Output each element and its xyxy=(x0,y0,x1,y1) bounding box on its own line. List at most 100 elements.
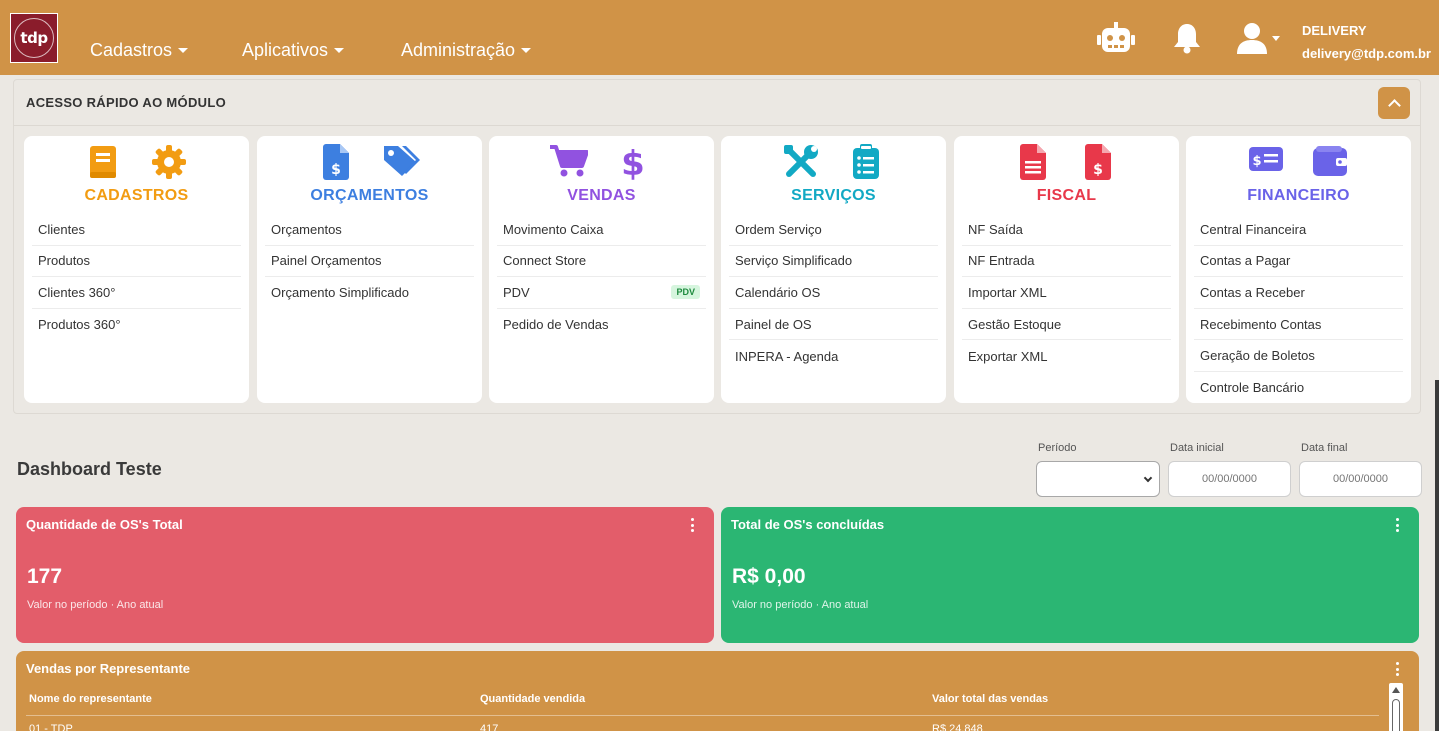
list-item[interactable]: Geração de Boletos xyxy=(1194,340,1403,372)
list-item[interactable]: Connect Store xyxy=(497,246,706,278)
item-label: Central Financeira xyxy=(1200,221,1307,237)
user-icon[interactable] xyxy=(1236,22,1280,54)
module-title[interactable]: FISCAL xyxy=(954,187,1179,205)
list-item[interactable]: PDV PDV xyxy=(497,277,706,309)
clipboard-list-icon[interactable] xyxy=(851,144,881,180)
robot-icon[interactable] xyxy=(1097,22,1135,54)
start-date-input[interactable] xyxy=(1168,461,1291,497)
list-item[interactable]: Calendário OS xyxy=(729,277,938,309)
list-item[interactable]: Painel Orçamentos xyxy=(265,246,474,278)
list-item[interactable]: Central Financeira xyxy=(1194,214,1403,246)
sales-by-rep-card: Vendas por Representante Nome do represe… xyxy=(16,651,1419,731)
module-list: Movimento Caixa Connect Store PDV PDV Ped… xyxy=(497,214,706,340)
item-label: NF Entrada xyxy=(968,253,1035,269)
module-list: Orçamentos Painel Orçamentos Orçamento S… xyxy=(265,214,474,309)
column-header-rep-name[interactable]: Nome do representante xyxy=(29,693,152,705)
file-text-icon[interactable] xyxy=(1018,144,1048,180)
list-item[interactable]: Clientes xyxy=(32,214,241,246)
item-label: NF Saída xyxy=(968,221,1023,237)
list-item[interactable]: NF Entrada xyxy=(962,246,1171,278)
table-scrollbar[interactable] xyxy=(1389,683,1403,731)
caret-down-icon xyxy=(334,48,345,53)
svg-text:$: $ xyxy=(331,162,341,178)
file-dollar-icon[interactable]: $ xyxy=(1083,144,1113,180)
end-date-label: Data final xyxy=(1301,442,1348,454)
chevron-down-icon xyxy=(1143,473,1153,483)
item-label: Controle Bancário xyxy=(1200,380,1305,396)
page-scrollbar[interactable] xyxy=(1435,380,1439,731)
list-item[interactable]: Clientes 360° xyxy=(32,277,241,309)
money-check-icon[interactable]: $ xyxy=(1248,144,1284,174)
list-item[interactable]: Gestão Estoque xyxy=(962,309,1171,341)
table-cell: 01 - TDP xyxy=(29,723,73,731)
wallet-icon[interactable] xyxy=(1312,144,1348,178)
list-item[interactable]: Importar XML xyxy=(962,277,1171,309)
pdv-badge: PDV xyxy=(671,285,700,300)
item-label: Serviço Simplificado xyxy=(735,253,853,269)
module-list: Clientes Produtos Clientes 360° Produtos… xyxy=(32,214,241,340)
period-select[interactable] xyxy=(1036,461,1160,497)
module-title[interactable]: CADASTROS xyxy=(24,187,249,205)
module-orcamentos: $ ORÇAMENTOS Orçamentos Painel Orçamento… xyxy=(257,136,482,403)
kebab-menu-icon[interactable] xyxy=(691,518,695,532)
list-item[interactable]: Produtos 360° xyxy=(32,309,241,341)
module-list: Ordem Serviço Serviço Simplificado Calen… xyxy=(729,214,938,372)
list-item[interactable]: Ordem Serviço xyxy=(729,214,938,246)
collapse-button[interactable] xyxy=(1378,87,1410,119)
tdp-logo[interactable]: tdp xyxy=(10,13,58,63)
gear-icon[interactable] xyxy=(151,144,187,180)
nav-administracao[interactable]: Administração xyxy=(401,40,532,61)
list-item[interactable]: Pedido de Vendas xyxy=(497,309,706,341)
list-item[interactable]: Exportar XML xyxy=(962,340,1171,372)
nav-cadastros[interactable]: Cadastros xyxy=(90,40,189,61)
item-label: Produtos 360° xyxy=(38,317,121,333)
card-title: Quantidade de OS's Total xyxy=(26,517,183,532)
item-label: Ordem Serviço xyxy=(735,221,822,237)
module-list: NF Saída NF Entrada Importar XML Gestão … xyxy=(962,214,1171,372)
list-item[interactable]: Recebimento Contas xyxy=(1194,309,1403,341)
nav-aplicativos[interactable]: Aplicativos xyxy=(242,40,345,61)
dashboard-title: Dashboard Teste xyxy=(17,459,162,479)
item-label: Contas a Receber xyxy=(1200,284,1305,300)
logo-text: tdp xyxy=(20,29,48,47)
list-item[interactable]: Orçamentos xyxy=(265,214,474,246)
tools-icon[interactable] xyxy=(783,144,819,180)
nav-cadastros-label: Cadastros xyxy=(90,40,173,60)
list-item[interactable]: Movimento Caixa xyxy=(497,214,706,246)
list-item[interactable]: Controle Bancário xyxy=(1194,372,1403,404)
list-item[interactable]: NF Saída xyxy=(962,214,1171,246)
module-title[interactable]: FINANCEIRO xyxy=(1186,187,1411,205)
kebab-menu-icon[interactable] xyxy=(1396,518,1400,532)
column-header-total[interactable]: Valor total das vendas xyxy=(932,693,1048,705)
invoice-dollar-icon[interactable]: $ xyxy=(321,144,351,180)
list-item[interactable]: Contas a Pagar xyxy=(1194,246,1403,278)
list-item[interactable]: Serviço Simplificado xyxy=(729,246,938,278)
quick-access-title: ACESSO RÁPIDO AO MÓDULO xyxy=(26,95,226,110)
card-title: Total de OS's concluídas xyxy=(731,517,885,532)
module-title[interactable]: SERVIÇOS xyxy=(721,187,946,205)
list-item[interactable]: Produtos xyxy=(32,246,241,278)
tags-icon[interactable] xyxy=(382,144,420,178)
column-header-qty[interactable]: Quantidade vendida xyxy=(480,693,585,705)
module-title[interactable]: VENDAS xyxy=(489,187,714,205)
list-item[interactable]: Orçamento Simplificado xyxy=(265,277,474,309)
cart-icon[interactable] xyxy=(550,144,588,178)
list-item[interactable]: INPERA - Agenda xyxy=(729,340,938,372)
svg-text:$: $ xyxy=(1252,154,1261,169)
module-fiscal: $ FISCAL NF Saída NF Entrada Importar XM… xyxy=(954,136,1179,403)
nav-aplicativos-label: Aplicativos xyxy=(242,40,329,60)
item-label: Calendário OS xyxy=(735,284,821,300)
scroll-up-icon[interactable] xyxy=(1392,687,1400,693)
module-title[interactable]: ORÇAMENTOS xyxy=(257,187,482,205)
kebab-menu-icon[interactable] xyxy=(1396,662,1400,676)
end-date-input[interactable] xyxy=(1299,461,1422,497)
list-item[interactable]: Painel de OS xyxy=(729,309,938,341)
scroll-thumb[interactable] xyxy=(1392,699,1400,731)
card-os-concluidas: Total de OS's concluídas R$ 0,00 Valor n… xyxy=(721,507,1419,643)
dollar-icon[interactable]: $ xyxy=(621,144,645,180)
module-list: Central Financeira Contas a Pagar Contas… xyxy=(1194,214,1403,404)
book-icon[interactable] xyxy=(88,144,120,180)
list-item[interactable]: Contas a Receber xyxy=(1194,277,1403,309)
bell-icon[interactable] xyxy=(1173,22,1201,54)
user-name: DELIVERY xyxy=(1302,23,1367,38)
